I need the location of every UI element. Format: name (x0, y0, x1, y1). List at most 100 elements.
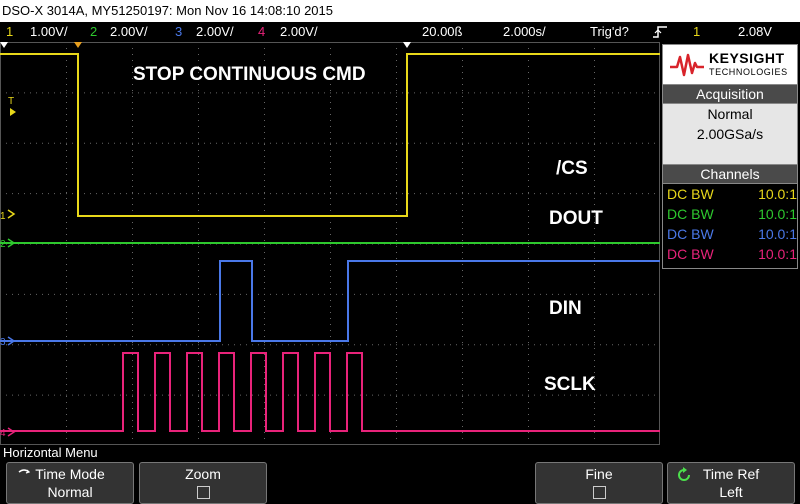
grid-dot (480, 394, 481, 396)
grid-dot (594, 198, 595, 199)
grid-dot (462, 384, 463, 385)
grid-dot (396, 420, 397, 421)
grid-dot (510, 92, 511, 94)
grid-dot (588, 193, 589, 195)
grid-dot (462, 246, 463, 247)
grid-dot (198, 150, 199, 151)
grid-dot (576, 193, 577, 195)
time-ref-softkey[interactable]: Time Ref Left (667, 462, 795, 504)
grid-dot (528, 108, 529, 109)
grid-dot (114, 344, 115, 346)
grid-dot (198, 342, 199, 343)
ch2-scale[interactable]: 2.00V/ (110, 22, 148, 42)
acquisition-panel[interactable]: Normal 2.00GSa/s (662, 103, 798, 165)
grid-dot (132, 330, 133, 331)
grid-dot (66, 150, 67, 151)
grid-dot (348, 344, 349, 346)
grid-dot (264, 432, 265, 433)
grid-dot (462, 126, 463, 127)
zoom-checkbox[interactable] (196, 486, 210, 499)
trigger-level-marker[interactable]: T (8, 96, 16, 116)
grid-dot (132, 168, 133, 169)
channels-panel[interactable]: DC BW 10.0:1 DC BW 10.0:1 DC BW 10.0:1 D… (662, 183, 798, 269)
grid-dot (528, 438, 529, 439)
ch3-marker-label: 3 (0, 337, 6, 348)
trigger-time-marker[interactable] (74, 42, 82, 48)
grid-dot (282, 344, 283, 346)
grid-dot (66, 114, 67, 115)
grid-dot (396, 48, 397, 49)
grid-dot (336, 142, 337, 144)
grid-dot (108, 344, 109, 346)
ch4-ground-marker[interactable]: 4 (0, 427, 16, 439)
grid-dot (552, 193, 553, 195)
horizontal-delay[interactable]: 20.00ß (422, 22, 462, 42)
grid-dot (132, 288, 133, 289)
grid-dot (414, 193, 415, 195)
grid-dot (78, 394, 79, 396)
grid-dot (336, 92, 337, 94)
ch1-ground-marker[interactable]: 1 (0, 209, 16, 222)
grid-dot (450, 193, 451, 195)
grid-dot (462, 180, 463, 181)
grid-dot (66, 120, 67, 121)
grid-dot (438, 193, 439, 195)
zoom-softkey[interactable]: Zoom (139, 462, 267, 504)
channel-row-4: DC BW 10.0:1 (667, 244, 799, 264)
grid-dot (264, 293, 265, 295)
fine-checkbox[interactable] (592, 486, 606, 499)
grid-dot (192, 193, 193, 195)
grid-dot (132, 276, 133, 277)
grid-dot (186, 142, 187, 144)
timebase[interactable]: 2.000s/ (503, 22, 546, 42)
ch1-scale[interactable]: 1.00V/ (30, 22, 68, 42)
grid-dot (282, 193, 283, 195)
grid-dot (264, 324, 265, 325)
grid-dot (66, 90, 67, 91)
grid-dot (330, 234, 331, 235)
ch4-scale[interactable]: 2.00V/ (280, 22, 318, 42)
grid-dot (306, 92, 307, 94)
grid-dot (606, 193, 607, 195)
grid-dot (198, 288, 199, 289)
ch3-scale[interactable]: 2.00V/ (196, 22, 234, 42)
grid-dot (522, 394, 523, 396)
grid-dot (582, 344, 583, 346)
grid-dot (198, 378, 199, 379)
grid-dot (540, 193, 541, 195)
brand-name: KEYSIGHT (709, 50, 785, 66)
grid-dot (318, 193, 319, 195)
grid-dot (66, 66, 67, 67)
grid-dot (528, 156, 529, 157)
grid-dot (528, 344, 529, 346)
grid-dot (66, 222, 67, 223)
time-mode-softkey[interactable]: Time Mode Normal (6, 462, 134, 504)
grid-dot (594, 240, 595, 241)
grid-dot (504, 193, 505, 195)
grid-dot (570, 193, 571, 195)
grid-dot (552, 293, 553, 295)
din-annotation: DIN (549, 298, 582, 319)
trigger-level[interactable]: 2.08V (738, 22, 772, 42)
grid-dot (330, 252, 331, 253)
ch3-ground-marker[interactable]: 3 (0, 336, 16, 348)
grid-dot (264, 228, 265, 229)
grid-dot (396, 193, 397, 195)
grid-dot (528, 306, 529, 307)
grid-dot (66, 408, 67, 409)
grid-dot (258, 193, 259, 195)
grid-dot (396, 394, 397, 396)
grid-dot (24, 142, 25, 144)
grid-dot (528, 426, 529, 427)
grid-dot (132, 198, 133, 199)
grid-dot (594, 168, 595, 169)
grid-dot (462, 288, 463, 289)
grid-dot (348, 394, 349, 396)
grid-dot (132, 174, 133, 175)
grid-dot (582, 193, 583, 195)
grid-dot (390, 193, 391, 195)
grid-dot (330, 318, 331, 319)
grid-dot (222, 142, 223, 144)
fine-softkey[interactable]: Fine (535, 462, 663, 504)
grid-dot (654, 394, 655, 396)
